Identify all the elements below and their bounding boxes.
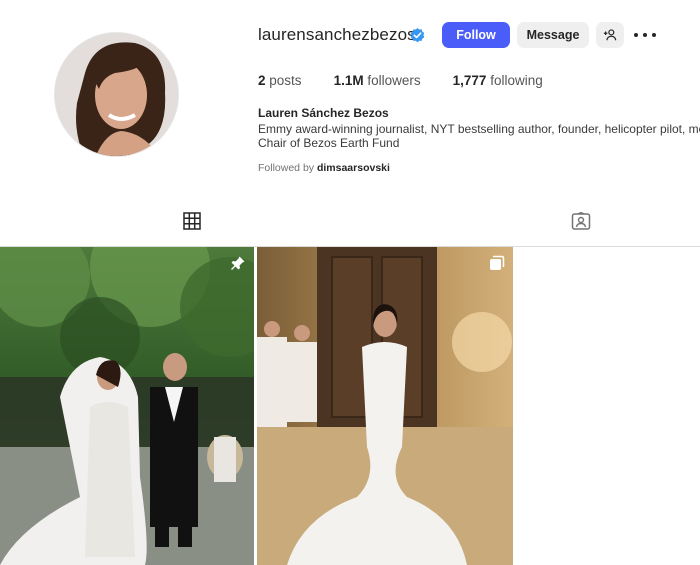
posts-stat: 2 posts	[258, 73, 302, 88]
add-user-icon	[603, 29, 617, 41]
tab-posts[interactable]	[165, 212, 219, 247]
follow-button[interactable]: Follow	[442, 22, 510, 48]
profile-bio: Emmy award-winning journalist, NYT bests…	[258, 122, 700, 150]
post-thumbnail[interactable]	[257, 247, 513, 565]
message-button[interactable]: Message	[517, 22, 589, 48]
post-image	[257, 247, 513, 565]
tab-tagged[interactable]	[565, 212, 597, 246]
profile-stats: 2 posts 1.1M followers 1,777 following	[258, 73, 575, 88]
post-image	[0, 247, 254, 565]
avatar-image	[55, 33, 178, 156]
suggest-user-button[interactable]	[596, 22, 624, 48]
followers-stat[interactable]: 1.1M followers	[334, 73, 421, 88]
grid-icon	[183, 212, 201, 230]
verified-badge-icon	[410, 28, 425, 43]
profile-avatar[interactable]	[54, 32, 179, 157]
more-options-icon[interactable]	[634, 26, 656, 44]
tagged-user-icon	[571, 212, 591, 230]
post-thumbnail[interactable]	[0, 247, 254, 565]
profile-full-name: Lauren Sánchez Bezos	[258, 106, 389, 120]
pin-icon	[231, 256, 245, 270]
followed-by[interactable]: Followed by dimsaarsovski	[258, 162, 390, 174]
bio-line: Chair of Bezos Earth Fund	[258, 136, 400, 150]
following-stat[interactable]: 1,777 following	[453, 73, 543, 88]
carousel-icon	[490, 255, 505, 270]
profile-username: laurensanchezbezos	[258, 25, 416, 44]
bio-line: Emmy award-winning journalist, NYT bests…	[258, 122, 700, 136]
